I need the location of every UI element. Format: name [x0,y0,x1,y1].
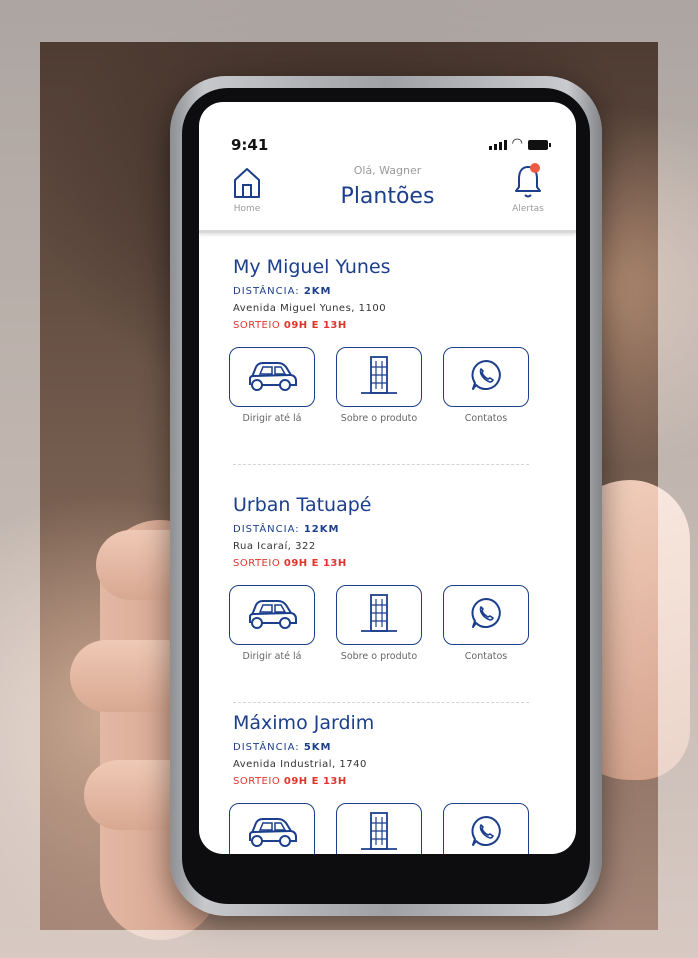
car-action-button[interactable]: Dirigir até lá [229,803,315,854]
shift-name[interactable]: Urban Tatuapé [233,494,533,516]
status-bar: 9:41 ◠ [199,102,576,160]
action-label: Contatos [464,651,508,662]
status-time: 9:41 [231,136,269,154]
building-icon [357,591,401,639]
shifts-list[interactable]: My Miguel Yunes DISTÂNCIA: 2KM Avenida M… [199,232,576,854]
raffle-time: SORTEIO 09H E 13H [233,776,347,787]
action-box[interactable] [443,803,529,854]
car-icon [246,595,298,635]
card-divider [233,464,529,465]
alerts-button[interactable]: Alertas [506,162,550,214]
app-screen: 9:41 ◠ Home Olá, Wagner Plantões Alertas [199,102,576,854]
card-divider [233,702,529,703]
shift-name[interactable]: Máximo Jardim [233,712,533,734]
distance: DISTÂNCIA: 2KM [233,286,332,297]
raffle-time: SORTEIO 09H E 13H [233,320,347,331]
address: Avenida Industrial, 1740 [233,759,367,770]
raffle-time: SORTEIO 09H E 13H [233,558,347,569]
battery-icon [528,140,551,150]
card-actions: Dirigir até lá Sobre o produto Contatos [229,585,533,662]
shift-card: Máximo Jardim DISTÂNCIA: 5KM Avenida Ind… [229,712,533,854]
notification-badge [530,163,540,173]
action-box[interactable] [336,803,422,854]
distance: DISTÂNCIA: 12KM [233,524,340,535]
card-actions: Dirigir até lá Sobre o produto Contatos [229,347,533,424]
action-box[interactable] [443,585,529,645]
building-icon [357,353,401,401]
car-icon [246,813,298,853]
whatsapp-icon [468,813,504,853]
building-action-button[interactable]: Sobre o produto [336,803,422,854]
action-label: Sobre o produto [340,651,418,662]
shift-name[interactable]: My Miguel Yunes [233,256,533,278]
alerts-label: Alertas [512,204,544,214]
distance: DISTÂNCIA: 5KM [233,742,332,753]
wifi-icon: ◠ [511,136,523,151]
action-label: Contatos [464,413,508,424]
car-action-button[interactable]: Dirigir até lá [229,347,315,424]
whatsapp-action-button[interactable]: Contatos [443,585,529,662]
signal-icon [488,140,507,150]
action-label: Dirigir até lá [242,413,302,424]
car-action-button[interactable]: Dirigir até lá [229,585,315,662]
app-header: Home Olá, Wagner Plantões Alertas [199,160,576,233]
action-box[interactable] [336,347,422,407]
whatsapp-action-button[interactable]: Contatos [443,803,529,854]
building-icon [357,809,401,854]
shift-card: My Miguel Yunes DISTÂNCIA: 2KM Avenida M… [229,256,533,424]
building-action-button[interactable]: Sobre o produto [336,585,422,662]
building-action-button[interactable]: Sobre o produto [336,347,422,424]
action-box[interactable] [229,803,315,854]
whatsapp-action-button[interactable]: Contatos [443,347,529,424]
whatsapp-icon [468,595,504,635]
card-actions: Dirigir até lá Sobre o produto Contatos [229,803,533,854]
action-box[interactable] [336,585,422,645]
action-label: Sobre o produto [340,413,418,424]
whatsapp-icon [468,357,504,397]
address: Avenida Miguel Yunes, 1100 [233,303,387,314]
action-label: Dirigir até lá [242,651,302,662]
action-box[interactable] [443,347,529,407]
action-box[interactable] [229,347,315,407]
status-icons: ◠ [488,136,551,151]
action-box[interactable] [229,585,315,645]
car-icon [246,357,298,397]
shift-card: Urban Tatuapé DISTÂNCIA: 12KM Rua Icaraí… [229,494,533,662]
address: Rua Icaraí, 322 [233,541,316,552]
